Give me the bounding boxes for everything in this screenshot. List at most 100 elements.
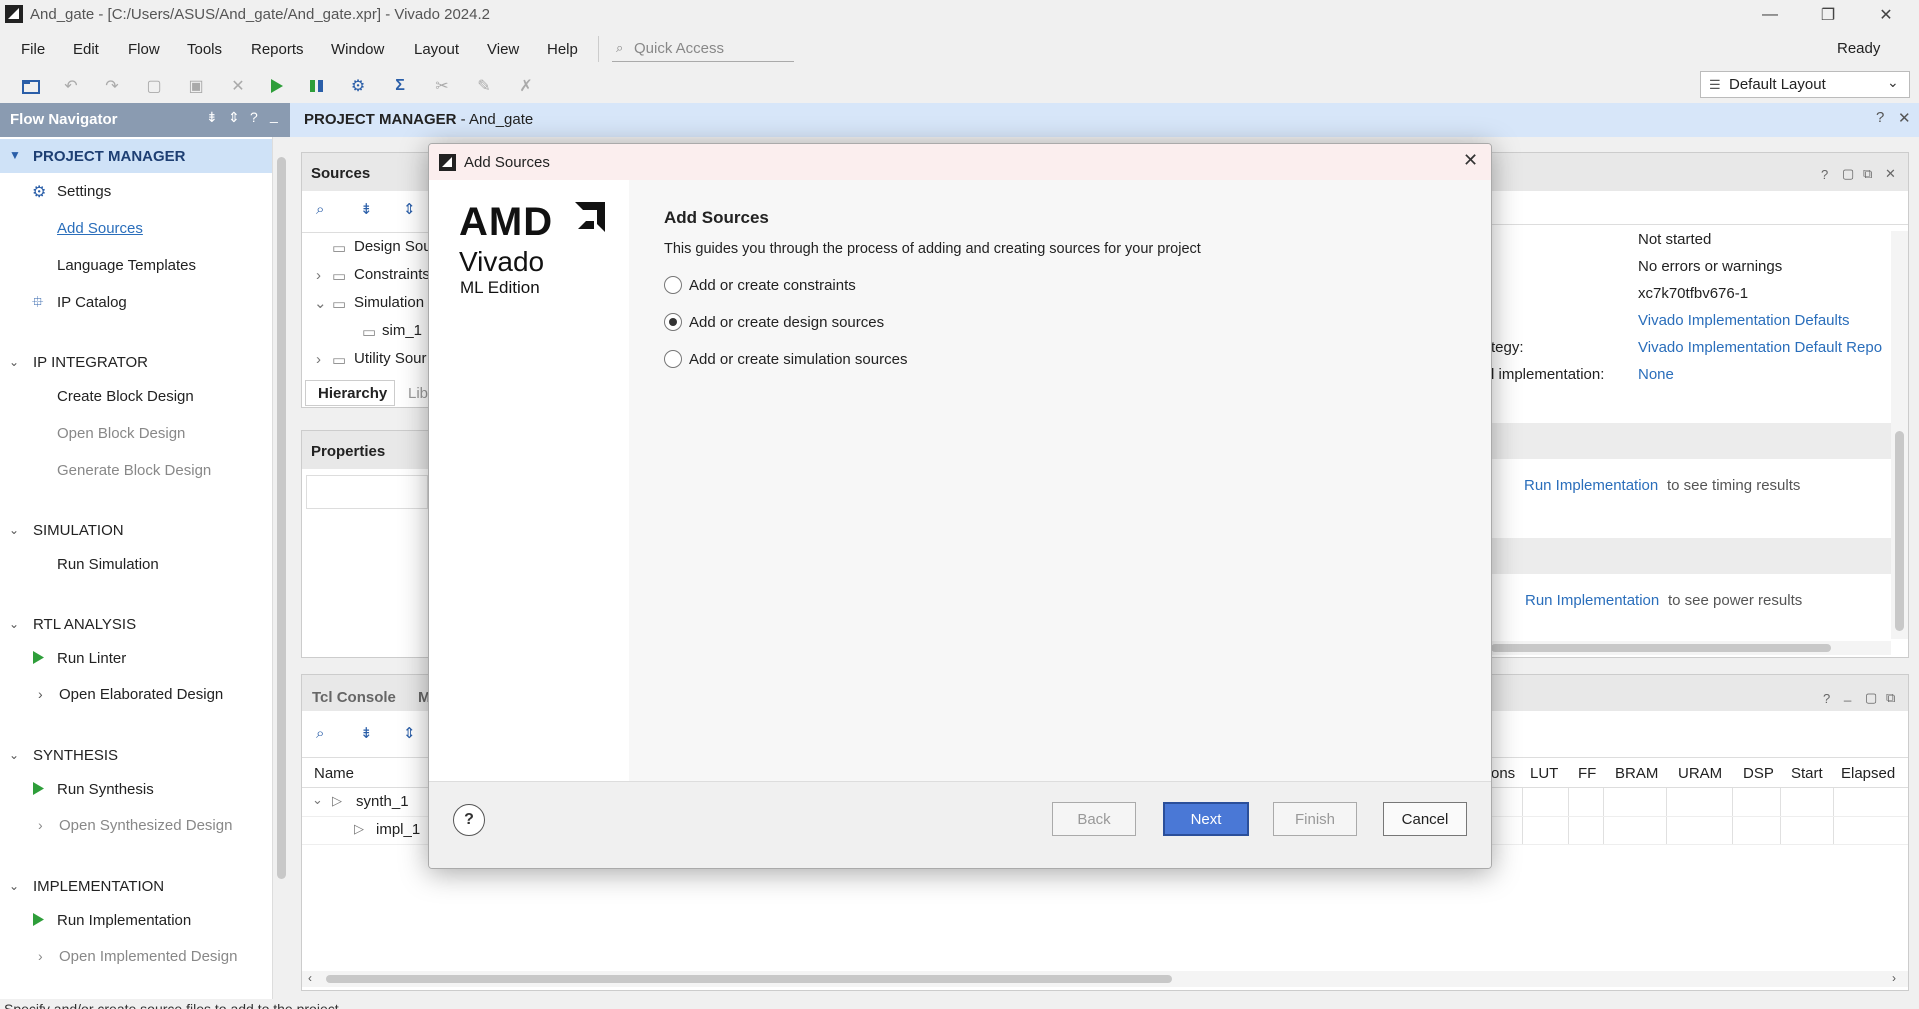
- tab-libraries[interactable]: Lib: [408, 385, 428, 402]
- float-panel-icon[interactable]: ⧉: [1886, 690, 1895, 706]
- section-implementation[interactable]: IMPLEMENTATION: [33, 878, 164, 895]
- nav-run-linter[interactable]: Run Linter: [57, 650, 126, 667]
- column-dsp[interactable]: DSP: [1743, 765, 1774, 782]
- menu-view[interactable]: View: [487, 41, 519, 58]
- nav-language-templates[interactable]: Language Templates: [57, 257, 196, 274]
- chevron-right-icon[interactable]: ›: [38, 817, 43, 833]
- next-button[interactable]: Next: [1163, 802, 1249, 836]
- tree-constraints[interactable]: Constraints: [354, 266, 430, 283]
- summary-strategy-link[interactable]: Vivado Implementation Defaults: [1638, 312, 1850, 329]
- chevron-right-icon[interactable]: ›: [316, 351, 321, 368]
- quick-access-input[interactable]: ⌕ Quick Access: [612, 36, 794, 62]
- help-icon[interactable]: ?: [1823, 691, 1830, 706]
- expand-all-icon[interactable]: ⇕: [403, 200, 416, 218]
- chevron-down-icon[interactable]: ⌄: [9, 617, 19, 631]
- menu-edit[interactable]: Edit: [73, 41, 99, 58]
- column-start[interactable]: Start: [1791, 765, 1823, 782]
- nav-open-elaborated-design[interactable]: Open Elaborated Design: [59, 686, 223, 703]
- float-panel-icon[interactable]: ⧉: [1863, 166, 1872, 182]
- tree-simulation-sources[interactable]: Simulation: [354, 294, 424, 311]
- radio-simulation-sources[interactable]: [664, 350, 682, 368]
- delete-icon[interactable]: ✕: [226, 75, 250, 97]
- scrollbar-thumb[interactable]: [326, 975, 1172, 983]
- minimize-panel-icon[interactable]: _: [1844, 687, 1851, 702]
- layout-selector[interactable]: ☰ Default Layout ⌄: [1700, 71, 1910, 98]
- nav-run-synthesis[interactable]: Run Synthesis: [57, 781, 154, 798]
- collapse-all-icon[interactable]: ⇟: [206, 109, 218, 126]
- scrollbar-thumb[interactable]: [1491, 644, 1831, 652]
- collapse-all-icon[interactable]: ⇟: [360, 200, 373, 218]
- help-icon[interactable]: ?: [1876, 109, 1884, 126]
- chevron-down-icon[interactable]: ⌄: [9, 748, 19, 762]
- nav-open-block-design[interactable]: Open Block Design: [57, 425, 185, 442]
- tool-disabled-icon-3[interactable]: ✗: [514, 75, 538, 97]
- scrollbar-thumb[interactable]: [277, 157, 286, 879]
- tool-disabled-icon-2[interactable]: ✎: [472, 75, 496, 97]
- chevron-down-icon[interactable]: ⌄: [314, 294, 327, 312]
- power-run-implementation-link[interactable]: Run Implementation: [1525, 592, 1659, 609]
- menu-flow[interactable]: Flow: [128, 41, 160, 58]
- help-button[interactable]: ?: [453, 804, 485, 836]
- radio-design-sources[interactable]: [664, 313, 682, 331]
- table-row-impl-1[interactable]: impl_1: [376, 821, 420, 838]
- nav-open-synthesized-design[interactable]: Open Synthesized Design: [59, 817, 232, 834]
- nav-open-implemented-design[interactable]: Open Implemented Design: [59, 948, 237, 965]
- close-icon[interactable]: ✕: [1463, 150, 1478, 171]
- tree-sim-1[interactable]: sim_1: [382, 322, 422, 339]
- menu-tools[interactable]: Tools: [187, 41, 222, 58]
- column-bram[interactable]: BRAM: [1615, 765, 1658, 782]
- finish-button[interactable]: Finish: [1273, 802, 1357, 836]
- nav-add-sources[interactable]: Add Sources: [57, 220, 143, 237]
- column-elapsed[interactable]: Elapsed: [1841, 765, 1895, 782]
- close-icon[interactable]: ✕: [1898, 109, 1911, 127]
- runs-horizontal-scrollbar[interactable]: ‹ ›: [302, 971, 1908, 987]
- nav-create-block-design[interactable]: Create Block Design: [57, 388, 194, 405]
- timing-run-implementation-link[interactable]: Run Implementation: [1524, 477, 1658, 494]
- column-ff[interactable]: FF: [1578, 765, 1596, 782]
- expand-all-icon[interactable]: ⇕: [228, 109, 240, 126]
- search-icon[interactable]: ⌕: [316, 201, 324, 218]
- help-icon[interactable]: ?: [1821, 167, 1828, 182]
- summary-incremental-link[interactable]: None: [1638, 366, 1674, 383]
- section-simulation[interactable]: SIMULATION: [33, 522, 124, 539]
- tree-utility-sources[interactable]: Utility Sour: [354, 350, 427, 367]
- open-project-icon[interactable]: [19, 75, 43, 97]
- maximize-panel-icon[interactable]: ▢: [1865, 690, 1877, 706]
- report-sigma-icon[interactable]: Σ: [388, 75, 412, 97]
- tree-design-sources[interactable]: Design Sou: [354, 238, 432, 255]
- option-design-sources-label[interactable]: Add or create design sources: [689, 314, 884, 331]
- chevron-right-icon[interactable]: ›: [316, 267, 321, 284]
- summary-horizontal-scrollbar[interactable]: [1491, 641, 1891, 655]
- nav-run-simulation[interactable]: Run Simulation: [57, 556, 159, 573]
- menu-file[interactable]: File: [21, 41, 45, 58]
- menu-layout[interactable]: Layout: [414, 41, 459, 58]
- chevron-down-icon[interactable]: ⌄: [312, 792, 323, 808]
- section-ip-integrator[interactable]: IP INTEGRATOR: [33, 354, 148, 371]
- minimize-panel-icon[interactable]: _: [270, 107, 278, 123]
- nav-generate-block-design[interactable]: Generate Block Design: [57, 462, 211, 479]
- undo-icon[interactable]: ↶: [59, 75, 83, 97]
- chevron-down-icon[interactable]: ⌄: [9, 523, 19, 537]
- section-synthesis[interactable]: SYNTHESIS: [33, 747, 118, 764]
- chevron-right-icon[interactable]: ›: [38, 948, 43, 964]
- nav-run-implementation[interactable]: Run Implementation: [57, 912, 191, 929]
- redo-icon[interactable]: ↷: [100, 75, 124, 97]
- section-rtl-analysis[interactable]: RTL ANALYSIS: [33, 616, 136, 633]
- chevron-down-icon[interactable]: ▼: [9, 148, 21, 162]
- tab-hierarchy[interactable]: Hierarchy: [305, 380, 395, 406]
- flow-navigator-scrollbar[interactable]: [272, 137, 290, 999]
- table-row-synth-1[interactable]: synth_1: [356, 793, 409, 810]
- scroll-left-icon[interactable]: ‹: [308, 971, 312, 985]
- menu-reports[interactable]: Reports: [251, 41, 304, 58]
- run-icon[interactable]: [265, 75, 289, 97]
- chevron-down-icon[interactable]: ⌄: [9, 355, 19, 369]
- menu-window[interactable]: Window: [331, 41, 384, 58]
- tab-tcl-console[interactable]: Tcl Console: [312, 689, 396, 706]
- tool-disabled-icon-1[interactable]: ✂: [430, 75, 454, 97]
- close-icon[interactable]: ✕: [1885, 166, 1896, 182]
- program-device-icon[interactable]: [305, 75, 329, 97]
- collapse-all-icon[interactable]: ⇟: [360, 724, 373, 742]
- settings-gear-icon[interactable]: ⚙: [346, 75, 370, 97]
- nav-ip-catalog[interactable]: IP Catalog: [57, 294, 127, 311]
- option-constraints-label[interactable]: Add or create constraints: [689, 277, 856, 294]
